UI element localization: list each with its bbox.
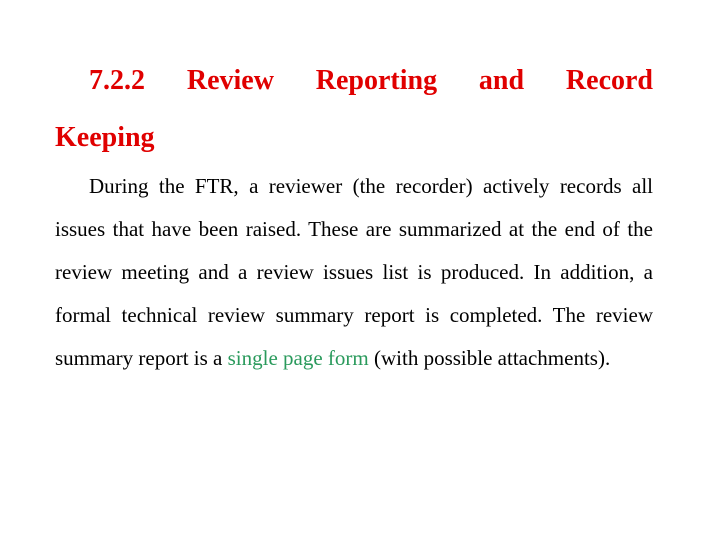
body-paragraph: During the FTR, a reviewer (the recorder… bbox=[55, 165, 653, 380]
highlighted-phrase: single page form bbox=[227, 346, 369, 370]
body-text-end: (with possible attachments). bbox=[368, 346, 611, 370]
section-heading-line-2: Keeping bbox=[55, 122, 155, 153]
body-text-main: During the FTR, a reviewer (the recorder… bbox=[55, 174, 653, 370]
slide: 7.2.2 Review Reporting and Record Keepin… bbox=[0, 0, 720, 540]
section-heading-line-1: 7.2.2 Review Reporting and Record bbox=[89, 65, 653, 96]
section-heading: 7.2.2 Review Reporting and Record Keepin… bbox=[55, 52, 653, 166]
